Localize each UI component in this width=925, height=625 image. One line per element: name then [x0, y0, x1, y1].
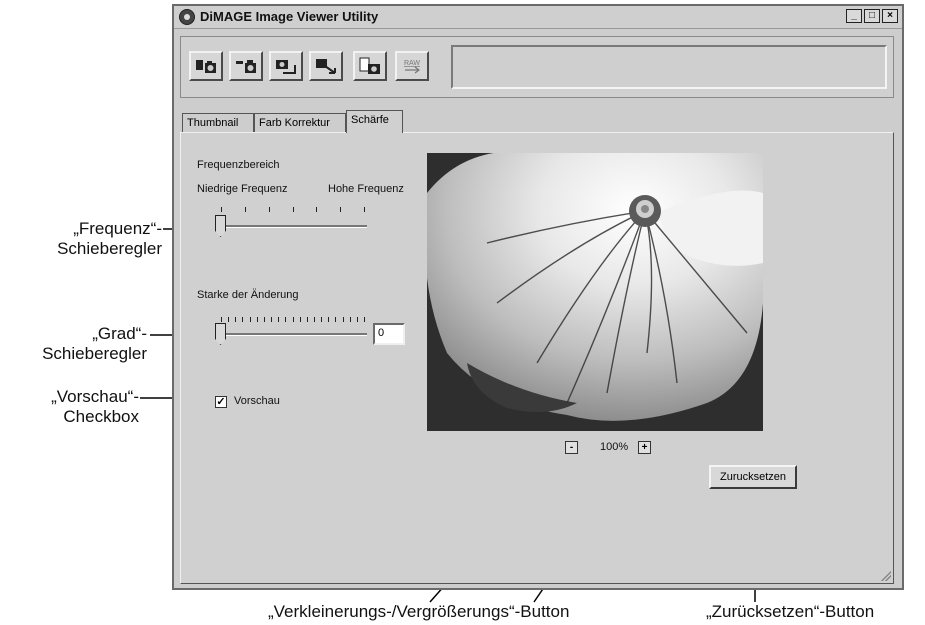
close-button[interactable]: × [882, 9, 898, 23]
strength-title: Starke der Änderung [197, 289, 299, 301]
slider-tick [321, 317, 323, 322]
grad-slider-callout: „Grad“- Schieberegler [42, 324, 147, 363]
app-icon [179, 9, 195, 25]
slider-tick [249, 317, 251, 322]
zoom-in-button[interactable]: + [638, 441, 651, 454]
toolbar-button-raw[interactable]: RAW [395, 51, 429, 81]
slider-tick [349, 317, 351, 322]
tab-schaerfe[interactable]: Schärfe [346, 110, 403, 133]
low-frequency-label: Niedrige Frequenz [197, 183, 288, 195]
zoom-button-callout: „Verkleinerungs-/Vergrößerungs“-Button [268, 602, 570, 621]
slider-tick [271, 317, 273, 322]
grad-slider-thumb[interactable] [215, 323, 226, 345]
slider-tick [244, 207, 246, 212]
preview-checkbox[interactable]: ✓ [215, 396, 227, 408]
slider-tick [235, 317, 237, 322]
frequency-slider-thumb[interactable] [215, 215, 226, 237]
resize-grip[interactable] [881, 571, 891, 581]
toolbar-button-1[interactable] [189, 51, 223, 81]
pansy-flower-image [427, 153, 763, 431]
slider-tick [263, 317, 265, 322]
frequenz-slider-callout: „Frequenz“- Schieberegler [57, 219, 162, 258]
slider-tick [340, 207, 342, 212]
frequency-slider-track [221, 225, 367, 228]
slider-tick [299, 317, 301, 322]
minimize-button[interactable]: _ [846, 9, 862, 23]
preview-checkbox-label: Vorschau [234, 395, 280, 407]
slider-tick [292, 207, 294, 212]
slider-tick [256, 317, 258, 322]
toolbar-button-5[interactable] [353, 51, 387, 81]
slider-tick [285, 317, 287, 322]
slider-tick [228, 317, 230, 322]
high-frequency-label: Hohe Frequenz [328, 183, 404, 195]
title-bar: DiMAGE Image Viewer Utility _ □ × [174, 6, 902, 29]
strength-value-field[interactable]: 0 [373, 323, 405, 345]
slider-tick [306, 317, 308, 322]
window-title: DiMAGE Image Viewer Utility [200, 9, 379, 24]
camera-rotate-icon [276, 60, 296, 74]
slider-tick [292, 317, 294, 322]
grad-slider-ticks [221, 317, 365, 323]
sharpness-panel: Frequenzbereich Niedrige Frequenz Hohe F… [180, 132, 894, 584]
svg-text:RAW: RAW [404, 60, 420, 67]
camera-transfer-icon [196, 60, 216, 73]
toolbar-button-3[interactable] [269, 51, 303, 81]
status-field [451, 45, 887, 89]
reset-button[interactable]: Zurucksetzen [709, 465, 797, 489]
slider-tick [356, 317, 358, 322]
zoom-level: 100% [600, 441, 629, 453]
slider-tick [328, 317, 330, 322]
app-window: DiMAGE Image Viewer Utility _ □ × RAW Th… [172, 4, 904, 590]
toolbar-button-4[interactable] [309, 51, 343, 81]
frequency-range-title: Frequenzbereich [197, 159, 280, 171]
reset-button-callout: „Zurücksetzen“-Button [706, 602, 875, 621]
slider-tick [364, 207, 365, 212]
raw-icon: RAW [404, 60, 420, 74]
camera-file-icon [359, 57, 380, 74]
slider-tick [364, 317, 365, 322]
zoom-out-button[interactable]: - [565, 441, 578, 454]
vorschau-checkbox-callout: „Vorschau“- Checkbox [51, 387, 139, 426]
slider-tick [278, 317, 280, 322]
toolbar: RAW [180, 36, 894, 98]
preview-image [427, 153, 763, 431]
slider-tick [221, 317, 222, 322]
slider-tick [313, 317, 315, 322]
frequency-slider-ticks [221, 207, 365, 213]
camera-import-icon [236, 60, 256, 73]
tab-farb-korrektur[interactable]: Farb Korrektur [254, 113, 346, 132]
grad-slider-track [221, 333, 367, 336]
maximize-button[interactable]: □ [864, 9, 880, 23]
slider-tick [335, 317, 337, 322]
slider-tick [316, 207, 318, 212]
camera-export-icon [316, 59, 336, 74]
slider-tick [242, 317, 244, 322]
toolbar-button-2[interactable] [229, 51, 263, 81]
slider-tick [221, 207, 222, 212]
slider-tick [268, 207, 270, 212]
slider-tick [342, 317, 344, 322]
tab-thumbnail[interactable]: Thumbnail [182, 113, 254, 132]
